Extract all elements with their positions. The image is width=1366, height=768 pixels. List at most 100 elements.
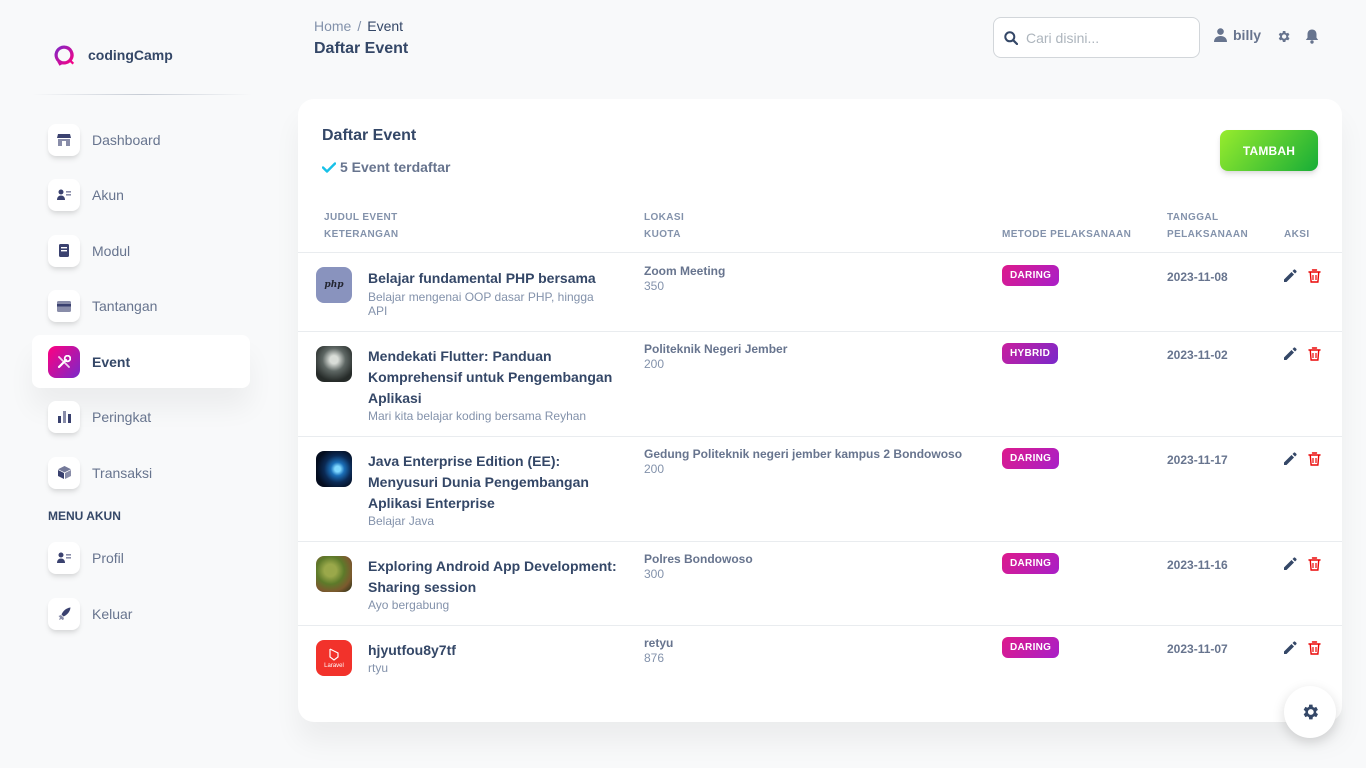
sidebar-item-label: Transaksi [92, 464, 153, 481]
pencil-icon[interactable] [1283, 557, 1297, 571]
event-location: Gedung Politeknik negeri jember kampus 2… [644, 447, 963, 461]
pencil-icon[interactable] [1283, 452, 1297, 466]
sidebar-item-label: Event [92, 353, 131, 370]
column-header-pelaksanaan: PELAKSANAAN [1167, 229, 1249, 240]
tools-icon [48, 345, 80, 378]
sidebar-item-tantangan[interactable]: Tantangan [32, 280, 250, 333]
event-quota: 200 [644, 357, 665, 371]
sidebar-item-label: Akun [92, 187, 124, 203]
shop-icon [48, 123, 80, 156]
event-location: Polres Bondowoso [644, 552, 753, 566]
user-icon [1214, 28, 1227, 42]
sidebar-item-modul[interactable]: Modul [32, 224, 250, 277]
box-icon [48, 456, 80, 489]
event-list-card: Daftar Event 5 Event terdaftar TAMBAH JU… [298, 99, 1342, 722]
table-row: php Belajar fundamental PHP bersama Bela… [298, 254, 1342, 332]
sidebar-item-label: Profil [92, 550, 124, 566]
search-input[interactable] [1026, 29, 1186, 46]
event-description: Belajar Java [368, 514, 435, 528]
card-icon [48, 290, 80, 322]
brand-name: codingCamp [88, 47, 173, 63]
laravel-thumbnail: Laravel [316, 640, 352, 676]
trash-icon[interactable] [1308, 452, 1321, 466]
status-badge: DARING [1002, 448, 1060, 469]
brand[interactable]: codingCamp [52, 43, 173, 67]
pencil-icon[interactable] [1283, 641, 1297, 655]
event-description: Ayo bergabung [368, 598, 450, 612]
event-date: 2023-11-08 [1167, 270, 1228, 284]
laravel-logo-text: Laravel [324, 662, 344, 669]
column-header-aksi: AKSI [1284, 229, 1310, 240]
users-icon [48, 179, 80, 211]
laravel-logo-icon [329, 647, 339, 661]
column-header-tanggal: TANGGAL [1167, 212, 1219, 223]
table-header: JUDUL EVENT KETERANGAN LOKASI KUOTA METO… [298, 209, 1342, 253]
event-description: Belajar mengenai OOP dasar PHP, hingga A… [368, 290, 594, 318]
settings-fab-button[interactable] [1284, 686, 1336, 738]
tech-thumbnail [316, 451, 352, 487]
sidebar-item-transaksi[interactable]: Transaksi [32, 446, 250, 499]
event-location: Zoom Meeting [644, 264, 726, 278]
pencil-icon[interactable] [1283, 269, 1297, 283]
event-title: Mendekati Flutter: Panduan Komprehensif … [368, 348, 613, 406]
card-title: Daftar Event [322, 127, 417, 144]
sidebar-nav: Dashboard Akun Modul Tantangan Event Per… [32, 113, 250, 643]
gear-icon[interactable] [1276, 29, 1291, 44]
sidebar-item-label: Dashboard [92, 131, 161, 148]
book-icon [48, 234, 80, 267]
sidebar-item-dashboard[interactable]: Dashboard [32, 113, 250, 166]
event-description: Mari kita belajar koding bersama Reyhan [368, 409, 587, 423]
breadcrumb-home-link[interactable]: Home [314, 18, 351, 34]
bell-icon[interactable] [1305, 29, 1319, 44]
event-location: retyu [644, 636, 674, 650]
event-quota: 350 [644, 279, 665, 293]
event-quota: 876 [644, 651, 665, 665]
speaker-thumbnail [316, 346, 352, 382]
sidebar: codingCamp Dashboard Akun Modul Tantanga… [0, 0, 282, 768]
add-event-button[interactable]: TAMBAH [1220, 130, 1318, 171]
sidebar-item-akun[interactable]: Akun [32, 169, 250, 222]
sidebar-item-event[interactable]: Event [32, 335, 250, 388]
user-menu[interactable]: billy [1214, 27, 1261, 43]
status-badge: HYBRID [1002, 343, 1059, 364]
trash-icon[interactable] [1308, 347, 1321, 361]
trash-icon[interactable] [1308, 641, 1321, 655]
column-header: JUDUL EVENT KETERANGAN [324, 209, 399, 243]
event-date: 2023-11-02 [1167, 348, 1228, 362]
breadcrumb-separator: / [357, 18, 362, 34]
sidebar-item-keluar[interactable]: Keluar [32, 587, 250, 640]
gear-icon [1303, 704, 1318, 720]
username-label: billy [1233, 27, 1262, 43]
pencil-icon[interactable] [1283, 347, 1297, 361]
sidebar-item-profil[interactable]: Profil [32, 532, 250, 585]
sidebar-item-label: Tantangan [92, 298, 158, 314]
column-header-judul: JUDUL EVENT [324, 212, 398, 223]
q-logo-icon [54, 45, 75, 66]
php-logo-text: php [324, 280, 344, 290]
event-quota: 300 [644, 567, 665, 581]
breadcrumb-current: Event [367, 18, 404, 34]
event-location: Politeknik Negeri Jember [644, 342, 788, 356]
event-quota: 200 [644, 462, 665, 476]
event-count: 5 Event terdaftar [322, 159, 450, 175]
status-badge: DARING [1002, 265, 1060, 286]
search-icon [1004, 30, 1018, 45]
column-header: TANGGAL PELAKSANAAN [1167, 209, 1248, 243]
table-row: Exploring Android App Development: Shari… [298, 542, 1342, 626]
page-title: Daftar Event [314, 40, 409, 57]
table-row: Java Enterprise Edition (EE): Menyusuri … [298, 437, 1342, 542]
event-count-label: 5 Event terdaftar [340, 159, 451, 175]
trash-icon[interactable] [1308, 269, 1321, 283]
search-box[interactable] [993, 17, 1200, 58]
event-title: hjyutfou8y7tf [368, 642, 456, 658]
chart-icon [48, 401, 80, 433]
event-date: 2023-11-07 [1167, 642, 1228, 656]
sidebar-item-label: Keluar [92, 605, 133, 622]
event-date: 2023-11-16 [1167, 558, 1228, 572]
nature-thumbnail [316, 556, 352, 592]
event-title: Java Enterprise Edition (EE): Menyusuri … [368, 453, 589, 511]
trash-icon[interactable] [1308, 557, 1321, 571]
sidebar-item-peringkat[interactable]: Peringkat [32, 391, 250, 444]
column-header-kuota: KUOTA [644, 229, 681, 240]
event-description: rtyu [368, 661, 389, 675]
